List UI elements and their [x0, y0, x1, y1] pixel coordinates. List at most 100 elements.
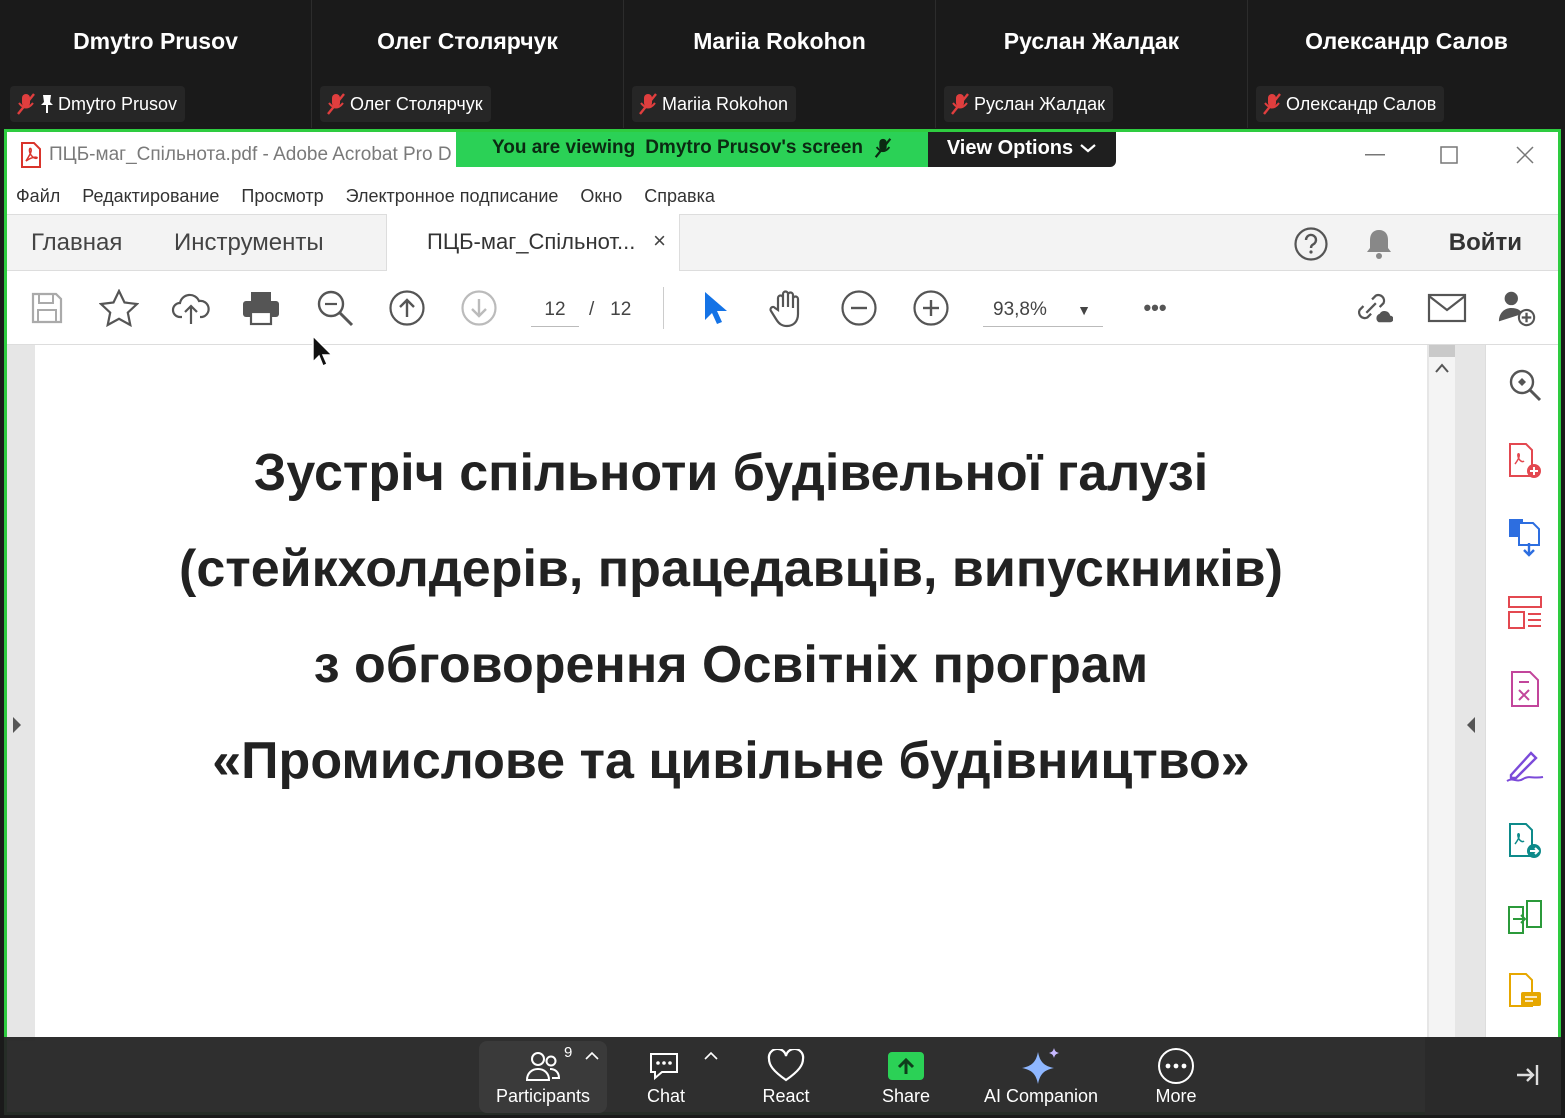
acrobat-tab-bar: Главная Инструменты ПЦБ-маг_Спільнот... … [7, 214, 1558, 272]
close-window-button[interactable] [1495, 138, 1555, 172]
email-button[interactable] [1427, 288, 1467, 328]
plus-circle-icon [913, 290, 949, 326]
bell-icon[interactable] [1363, 227, 1395, 261]
comment-file-icon [1509, 973, 1541, 1007]
search-panel-button[interactable] [1505, 365, 1545, 405]
star-icon [99, 289, 139, 327]
shared-screen: ПЦБ-маг_Спільнота.pdf - Adobe Acrobat Pr… [4, 129, 1561, 1115]
maximize-button[interactable] [1419, 138, 1479, 172]
sign-in-button[interactable]: Войти [1449, 229, 1522, 257]
participants-label: Participants [495, 1086, 591, 1106]
muted-mic-icon [1263, 93, 1281, 115]
comment-button[interactable] [1505, 971, 1545, 1011]
pin-icon [41, 95, 53, 113]
zoom-level-value: 93,8% [993, 299, 1047, 320]
menu-edit[interactable]: Редактирование [82, 186, 219, 207]
chevron-up-icon[interactable] [585, 1051, 599, 1061]
muted-mic-icon [17, 93, 35, 115]
react-label: React [762, 1086, 810, 1106]
participant-tile[interactable]: Руслан Жалдак Руслан Жалдак [936, 0, 1248, 128]
next-page-button[interactable] [459, 288, 499, 328]
react-button[interactable]: React [746, 1041, 826, 1113]
menu-esign[interactable]: Электронное подписание [346, 186, 559, 207]
heading-line: Зустріч спільноти будівельної галузі [253, 444, 1209, 502]
arrow-down-circle-icon [461, 290, 497, 326]
participant-tile[interactable]: Олег Столярчук Олег Столярчук [312, 0, 624, 128]
share-screen-button[interactable]: Share [866, 1041, 946, 1113]
view-options-button[interactable]: View Options [928, 132, 1116, 167]
menu-help[interactable]: Справка [644, 186, 715, 207]
organize-pages-button[interactable] [1505, 669, 1545, 709]
zoom-search-button[interactable] [315, 288, 355, 328]
page-count: / 12 [589, 293, 631, 327]
heart-icon [767, 1049, 805, 1082]
heading-line: з обговорення Освітніх програм [313, 636, 1149, 694]
upload-cloud-button[interactable] [171, 288, 211, 328]
save-icon [31, 292, 63, 324]
tab-tools[interactable]: Инструменты [174, 229, 324, 257]
zoom-out-button[interactable] [839, 288, 879, 328]
menu-window[interactable]: Окно [580, 186, 622, 207]
chevron-up-icon[interactable] [704, 1051, 718, 1061]
select-tool-button[interactable] [695, 288, 735, 328]
share-pdf-button[interactable] [1505, 821, 1545, 861]
menu-file[interactable]: Файл [16, 186, 60, 207]
previous-page-button[interactable] [387, 288, 427, 328]
compare-files-button[interactable] [1505, 897, 1545, 937]
fill-sign-button[interactable] [1505, 745, 1545, 785]
chevron-up-icon[interactable] [1435, 363, 1449, 373]
export-pdf-button[interactable] [1505, 517, 1545, 557]
pdf-file-icon [21, 142, 41, 168]
export-pdf-icon [1509, 519, 1540, 557]
bookmark-button[interactable] [99, 288, 139, 328]
participant-tile[interactable]: Mariia Rokohon Mariia Rokohon [624, 0, 936, 128]
link-cloud-icon [1358, 293, 1393, 323]
participant-name: Руслан Жалдак [1003, 28, 1180, 54]
layout-icon [1508, 596, 1542, 629]
collapse-panel-icon[interactable] [1513, 1061, 1541, 1089]
heading-line: (стейкхолдерів, працедавців, випускників… [179, 540, 1283, 598]
chat-icon [650, 1053, 678, 1081]
side-panel-footer [1425, 1037, 1561, 1115]
participant-tile[interactable]: Олександр Салов Олександр Салов [1248, 0, 1565, 128]
participants-button[interactable]: 9 Participants [479, 1041, 607, 1113]
collapse-right-panel-icon[interactable] [1465, 715, 1477, 735]
chat-button[interactable]: Chat [626, 1041, 706, 1113]
tab-document[interactable]: ПЦБ-маг_Спільнот... × [386, 214, 680, 272]
minimize-button[interactable] [1345, 138, 1405, 172]
add-user-icon [1498, 291, 1536, 327]
document-tab-label: ПЦБ-маг_Спільнот... [427, 229, 636, 254]
muted-mic-icon [951, 93, 969, 115]
expand-left-panel-icon[interactable] [11, 715, 23, 735]
more-tools-button[interactable]: ••• [1135, 288, 1175, 328]
create-pdf-button[interactable] [1505, 441, 1545, 481]
hand-tool-button[interactable] [767, 288, 807, 328]
cloud-upload-icon [171, 293, 210, 324]
slide-heading: Зустріч спільноти будівельної галузі (ст… [35, 425, 1427, 809]
menu-view[interactable]: Просмотр [241, 186, 323, 207]
tools-side-panel [1485, 345, 1558, 1112]
close-tab-button[interactable]: × [653, 228, 666, 254]
add-user-button[interactable] [1497, 288, 1537, 328]
participants-icon [526, 1052, 560, 1081]
arrow-up-circle-icon [389, 290, 425, 326]
zoom-level-select[interactable]: 93,8% ▼ [983, 293, 1103, 327]
document-viewport[interactable]: Зустріч спільноти будівельної галузі (ст… [7, 345, 1485, 1041]
ai-companion-button[interactable]: AI Companion [976, 1041, 1106, 1113]
zoom-in-button[interactable] [911, 288, 951, 328]
participant-tile[interactable]: Dmytro Prusov Dmytro Prusov [0, 0, 312, 128]
screen-share-banner: You are viewing Dmytro Prusov's screen [456, 132, 929, 167]
tab-home[interactable]: Главная [31, 229, 122, 257]
share-link-button[interactable] [1353, 288, 1393, 328]
zoom-meeting-window: Dmytro Prusov Dmytro Prusov Олег Столярч… [0, 0, 1565, 1118]
vertical-scrollbar[interactable] [1429, 345, 1455, 1041]
scrollbar-thumb[interactable] [1429, 345, 1455, 357]
page-number-input[interactable]: 12 [531, 293, 579, 327]
more-label: More [1155, 1086, 1197, 1106]
help-icon[interactable] [1293, 226, 1329, 262]
print-button[interactable] [241, 288, 281, 328]
participant-chip: Dmytro Prusov [10, 86, 186, 122]
save-button[interactable] [27, 288, 67, 328]
edit-pdf-button[interactable] [1505, 593, 1545, 633]
more-button[interactable]: More [1136, 1041, 1216, 1113]
